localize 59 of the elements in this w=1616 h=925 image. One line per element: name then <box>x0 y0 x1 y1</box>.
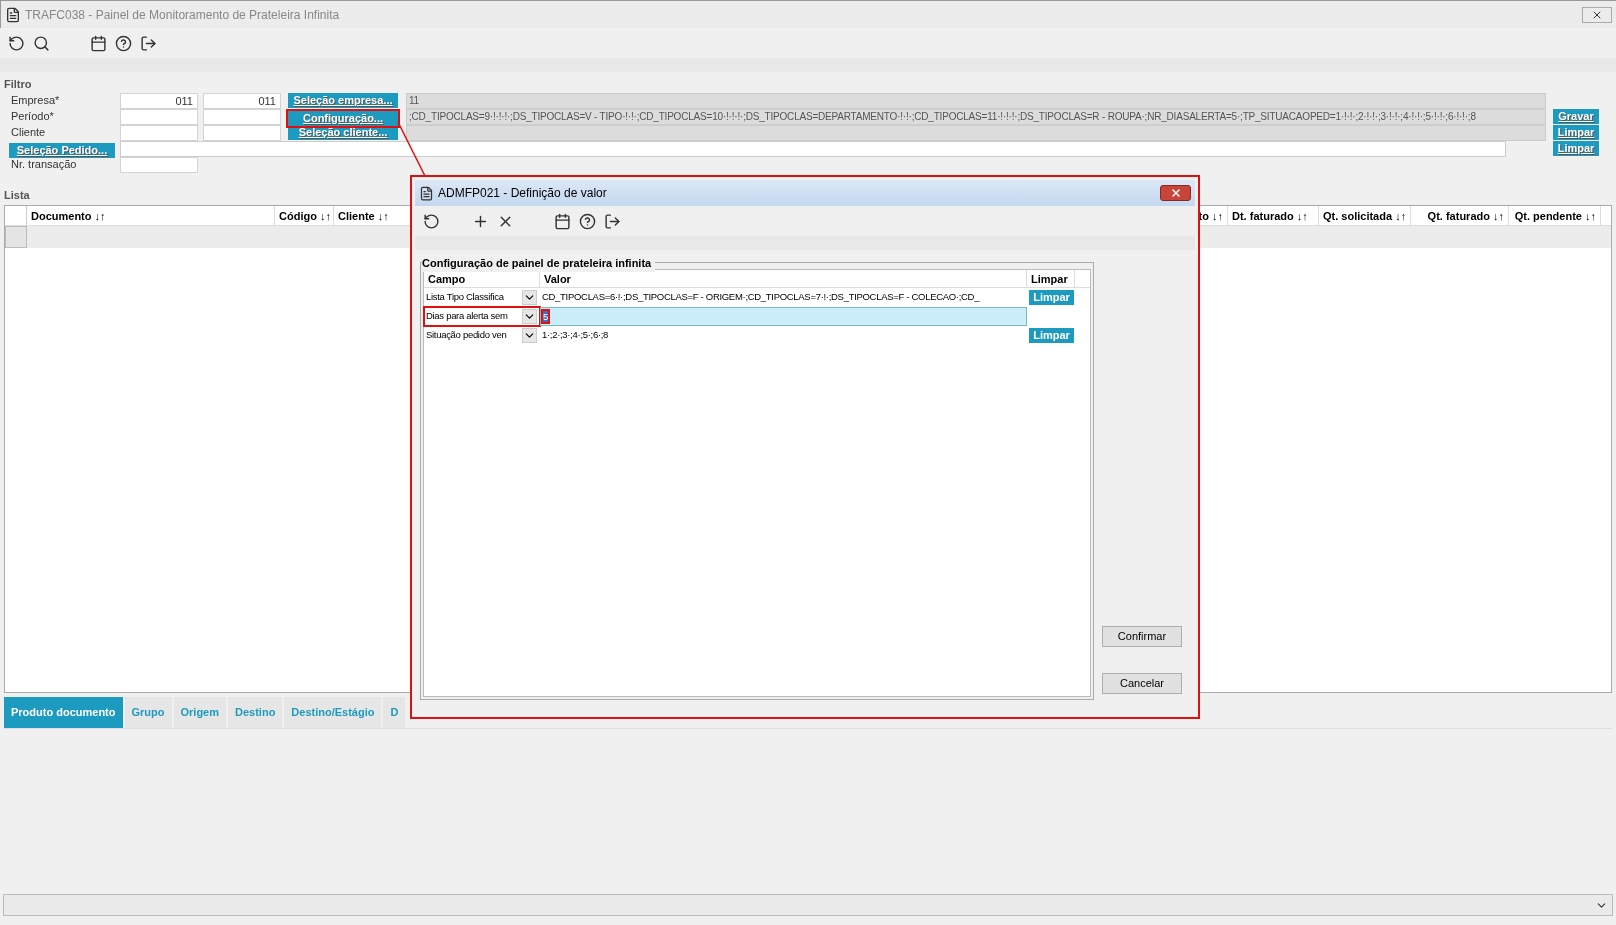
tab[interactable]: D <box>383 697 406 728</box>
document-icon <box>419 185 434 201</box>
search-icon[interactable] <box>33 34 50 52</box>
tab[interactable]: Grupo <box>124 697 172 728</box>
tab[interactable]: Origem <box>173 697 226 728</box>
column-header[interactable]: Documento ↓↑ <box>27 206 275 225</box>
dialog-button[interactable]: Cancelar <box>1102 673 1182 694</box>
dropdown-icon[interactable] <box>522 309 537 324</box>
close-button[interactable] <box>1582 6 1612 23</box>
refresh-icon[interactable] <box>8 34 25 52</box>
action-button[interactable]: Seleção empresa... <box>288 93 398 108</box>
calendar-icon[interactable] <box>90 34 107 52</box>
tab[interactable]: Produto documento <box>4 697 123 728</box>
action-button[interactable]: Gravar <box>1553 108 1599 124</box>
column-header[interactable]: Código ↓↑ <box>275 206 334 225</box>
column-header: Limpar <box>1027 270 1075 287</box>
action-button[interactable]: Configuração... <box>288 110 398 126</box>
action-button[interactable]: Limpar <box>1553 140 1599 156</box>
column-header: Valor <box>540 270 1027 287</box>
document-icon <box>5 6 21 23</box>
action-button[interactable]: Limpar <box>1553 124 1599 140</box>
value-cell[interactable]: 1·;2·;3·;4·;5·;6·;8 <box>540 326 1027 345</box>
field-name: Lista Tipo Classifica <box>425 290 505 305</box>
field-label: Nr. transação <box>10 157 78 173</box>
action-button[interactable]: Seleção Pedido... <box>9 142 115 158</box>
column-header[interactable]: Qt. solicitada ↓↑ <box>1319 206 1411 225</box>
tab[interactable]: Destino <box>228 697 283 728</box>
exit-icon[interactable] <box>604 212 621 230</box>
config-value-field[interactable]: 11 <box>406 92 1546 109</box>
list-title: Lista <box>4 187 30 203</box>
input-field[interactable]: 011 <box>120 92 198 109</box>
tab[interactable]: Destino/Estágio <box>284 697 382 728</box>
exit-icon[interactable] <box>140 34 157 52</box>
column-header: Campo <box>424 270 540 287</box>
help-icon[interactable] <box>579 212 596 230</box>
refresh-icon[interactable] <box>423 212 440 230</box>
close-icon <box>1169 187 1182 199</box>
field-name: Situação pedido ven <box>425 328 508 343</box>
window-title: TRAFC038 - Painel de Monitoramento de Prateleira Infinita <box>25 6 340 24</box>
column-header[interactable]: Dt. faturado ↓↑ <box>1228 206 1319 225</box>
field-label: Empresa* <box>10 93 61 109</box>
dialog-button[interactable]: Confirmar <box>1102 626 1182 647</box>
help-icon[interactable] <box>115 34 132 52</box>
field-label: Período* <box>10 109 55 125</box>
close-button[interactable] <box>1160 185 1191 201</box>
column-header[interactable]: Qt. pendente ↓↑ <box>1509 206 1601 225</box>
dropdown-icon[interactable] <box>522 328 537 343</box>
calendar-icon[interactable] <box>554 212 571 230</box>
clear-button[interactable]: Limpar <box>1029 328 1074 344</box>
dropdown-icon[interactable] <box>522 290 537 305</box>
input-field[interactable]: 011 <box>203 92 281 109</box>
filter-title: Filtro <box>4 77 33 92</box>
value-cell[interactable]: 5 <box>540 307 1027 326</box>
value-cell[interactable]: CD_TIPOCLAS=6·!·;DS_TIPOCLAS=F - ORIGEM·;CD_TIPOCLAS=7·!·;DS_TIPOCLAS=F - COLECAO·;CD_ <box>540 288 1027 307</box>
dialog-title: ADMFP021 - Definição de valor <box>438 185 607 202</box>
clear-button[interactable]: Limpar <box>1029 290 1074 306</box>
field-label: Cliente <box>10 125 47 141</box>
column-header[interactable]: Qt. faturado ↓↑ <box>1411 206 1509 225</box>
field-name: Dias para alerta sem <box>425 309 509 324</box>
